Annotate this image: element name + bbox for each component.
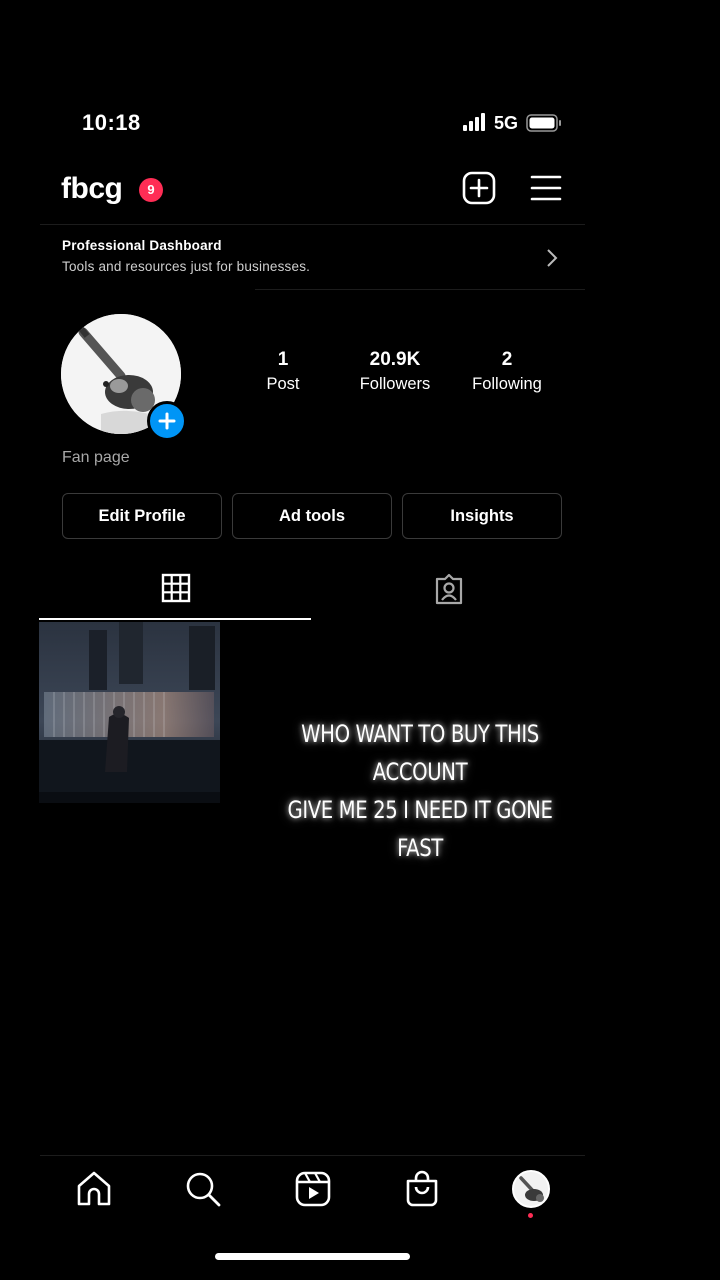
profile-category: Fan page: [62, 449, 130, 466]
stat-value: 2: [501, 349, 513, 370]
hamburger-menu-icon: [530, 175, 562, 201]
dashboard-divider: [255, 289, 585, 290]
stat-label: Followers: [359, 375, 431, 393]
profile-notification-dot: [528, 1213, 533, 1218]
chevron-right-icon: [545, 248, 559, 268]
nav-home[interactable]: [76, 1170, 112, 1208]
notification-badge[interactable]: 9: [139, 178, 163, 202]
status-time: 10:18: [82, 110, 141, 135]
shopping-bag-icon: [406, 1170, 438, 1207]
grid-icon: [161, 573, 191, 603]
ad-tools-button[interactable]: Ad tools: [232, 493, 392, 539]
professional-dashboard[interactable]: Professional Dashboard Tools and resourc…: [40, 226, 585, 288]
home-icon: [77, 1171, 111, 1206]
post-thumbnail[interactable]: [39, 622, 220, 803]
menu-button[interactable]: [530, 173, 562, 203]
reels-icon: [295, 1171, 331, 1207]
nav-profile[interactable]: [512, 1170, 550, 1208]
username[interactable]: fbcg: [61, 172, 123, 206]
search-icon: [186, 1172, 221, 1207]
create-button[interactable]: [462, 171, 496, 205]
stat-value: 20.9K: [369, 349, 421, 370]
overlay-caption: WHO WANT TO BUY THIS ACCOUNT GIVE ME 25 …: [272, 715, 567, 867]
profile-avatar-icon: [512, 1170, 550, 1208]
header-divider: [40, 224, 585, 225]
tab-tagged[interactable]: [433, 573, 465, 605]
plus-square-icon: [462, 171, 496, 205]
signal-bars-icon: [463, 113, 489, 131]
caption-line-2: GIVE ME 25 I NEED IT GONE FAST: [287, 796, 553, 862]
caption-line-1: WHO WANT TO BUY THIS ACCOUNT: [301, 720, 539, 786]
network-type: 5G: [494, 113, 519, 133]
nav-search[interactable]: [185, 1170, 221, 1208]
stat-following[interactable]: 2 Following: [452, 349, 562, 394]
plus-icon: [158, 412, 176, 430]
stat-label: Post: [266, 375, 300, 393]
nav-reels[interactable]: [295, 1170, 331, 1208]
stat-label: Following: [472, 375, 542, 393]
dashboard-subtitle: Tools and resources just for businesses.: [62, 259, 311, 274]
post-image: [39, 622, 220, 803]
nav-shop[interactable]: [404, 1170, 440, 1208]
home-indicator: [215, 1253, 410, 1260]
tagged-person-icon: [435, 573, 463, 605]
battery-icon: [526, 114, 562, 132]
tab-grid[interactable]: [161, 573, 191, 603]
stat-followers[interactable]: 20.9K Followers: [340, 349, 450, 394]
add-story-button[interactable]: [147, 401, 187, 441]
stat-value: 1: [277, 349, 289, 370]
bottom-nav-divider: [40, 1155, 585, 1156]
edit-profile-button[interactable]: Edit Profile: [62, 493, 222, 539]
insights-button[interactable]: Insights: [402, 493, 562, 539]
dashboard-title: Professional Dashboard: [62, 238, 222, 253]
stat-posts[interactable]: 1 Post: [228, 349, 338, 394]
active-tab-indicator: [39, 618, 311, 620]
